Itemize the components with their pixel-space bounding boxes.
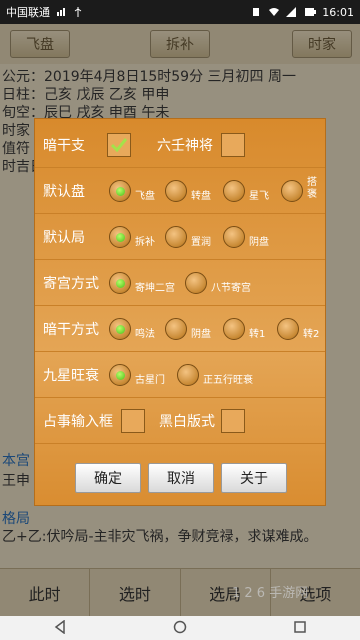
hidden-gan-radio-2[interactable] (165, 318, 187, 340)
default-ju-option-1: 拆补 (135, 237, 155, 248)
default-plate-radio-1[interactable] (109, 180, 131, 202)
hidden-gan-option-2: 阴盘 (191, 329, 211, 340)
default-plate-option-2: 转盘 (191, 191, 211, 202)
home-icon[interactable] (173, 619, 187, 638)
default-plate-option-4: 搭 褒 (307, 177, 317, 200)
palace-method-option-1: 寄坤二宫 (135, 283, 175, 294)
hidden-ganzhi-label: 暗干支 (43, 138, 85, 154)
liuren-label: 六壬神将 (157, 138, 213, 154)
palace-method-option-2: 八节寄宫 (211, 283, 251, 294)
about-button[interactable]: 关于 (221, 463, 287, 493)
default-ju-label: 默认局 (43, 230, 85, 246)
default-plate-label: 默认盘 (43, 184, 85, 200)
bw-style-checkbox[interactable] (221, 409, 245, 433)
battery-icon (304, 7, 317, 17)
palace-method-label: 寄宫方式 (43, 276, 99, 292)
input-box-checkbox[interactable] (121, 409, 145, 433)
hidden-ganzhi-checkbox[interactable] (107, 133, 131, 157)
palace-method-radio-1[interactable] (109, 272, 131, 294)
clock-label: 16:01 (322, 5, 354, 19)
back-icon[interactable] (53, 619, 67, 638)
row-hidden-gan-method: 暗干方式 鸣法 阴盘 转1 转2 (35, 307, 325, 352)
usb-icon (72, 7, 84, 17)
default-ju-radio-2[interactable] (165, 226, 187, 248)
default-plate-radio-4[interactable] (281, 180, 303, 202)
settings-dialog: 暗干支 六壬神将 默认盘 飞盘 转盘 星飞 搭 褒 默认局 拆补 置润 阴盘 寄… (34, 118, 326, 506)
watermark: 1 2 6 手游网 (232, 586, 309, 601)
hidden-gan-radio-1[interactable] (109, 318, 131, 340)
carrier-label: 中国联通 (6, 6, 50, 19)
system-nav-bar (0, 616, 360, 640)
hidden-gan-option-3: 转1 (249, 329, 266, 340)
row-nine-star: 九星旺衰 古星门 正五行旺衰 (35, 353, 325, 398)
signal-icon (55, 7, 67, 17)
nine-star-radio-1[interactable] (109, 364, 131, 386)
row-default-ju: 默认局 拆补 置润 阴盘 (35, 215, 325, 260)
bw-style-label: 黑白版式 (159, 414, 215, 430)
ok-button[interactable]: 确定 (75, 463, 141, 493)
default-plate-option-1: 飞盘 (135, 191, 155, 202)
nine-star-radio-2[interactable] (177, 364, 199, 386)
cancel-button[interactable]: 取消 (148, 463, 214, 493)
hidden-gan-option-1: 鸣法 (135, 329, 155, 340)
default-plate-radio-3[interactable] (223, 180, 245, 202)
nine-star-option-1: 古星门 (135, 375, 165, 386)
cellular-icon (286, 7, 298, 17)
row-hidden-ganzhi: 暗干支 六壬神将 (35, 123, 325, 168)
default-ju-option-3: 阴盘 (249, 237, 269, 248)
default-plate-option-3: 星飞 (249, 191, 269, 202)
input-box-label: 占事输入框 (43, 414, 113, 430)
row-input-box: 占事输入框 黑白版式 (35, 399, 325, 444)
recents-icon[interactable] (293, 619, 307, 638)
status-bar: 中国联通 16:01 (0, 0, 360, 24)
default-ju-radio-1[interactable] (109, 226, 131, 248)
hidden-gan-radio-4[interactable] (277, 318, 299, 340)
default-ju-option-2: 置润 (191, 237, 211, 248)
hidden-gan-option-4: 转2 (303, 329, 320, 340)
hidden-gan-radio-3[interactable] (223, 318, 245, 340)
vibrate-icon (250, 7, 262, 17)
palace-method-radio-2[interactable] (185, 272, 207, 294)
nine-star-option-2: 正五行旺衰 (203, 375, 253, 386)
row-palace-method: 寄宫方式 寄坤二宫 八节寄宫 (35, 261, 325, 306)
default-plate-radio-2[interactable] (165, 180, 187, 202)
row-default-plate: 默认盘 飞盘 转盘 星飞 搭 褒 (35, 169, 325, 214)
liuren-checkbox[interactable] (221, 133, 245, 157)
default-ju-radio-3[interactable] (223, 226, 245, 248)
nine-star-label: 九星旺衰 (43, 368, 99, 384)
wifi-icon (268, 7, 280, 17)
hidden-gan-method-label: 暗干方式 (43, 322, 99, 338)
